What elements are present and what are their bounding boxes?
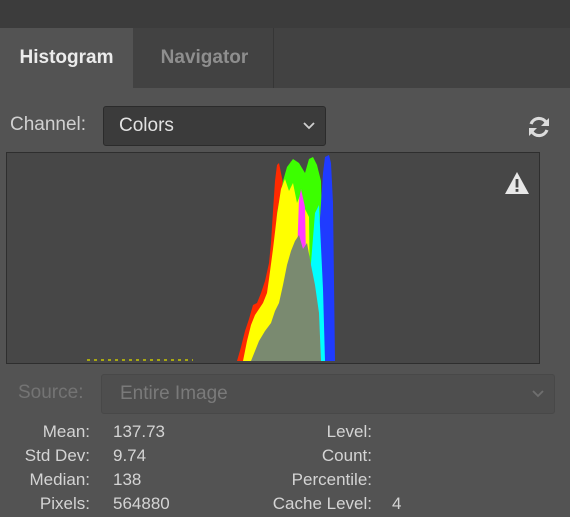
tab-navigator[interactable]: Navigator: [136, 28, 274, 88]
histogram-display: [6, 152, 540, 364]
source-label: Source:: [18, 382, 84, 403]
channel-label: Channel:: [10, 114, 87, 135]
stat-count-label: Count:: [321, 446, 372, 465]
stat-std-dev-label: Std Dev:: [24, 446, 90, 465]
stat-mean-label: Mean:: [42, 422, 90, 441]
stat-std-dev-value: 9.74: [113, 446, 147, 465]
refresh-icon[interactable]: [526, 114, 552, 140]
stat-percentile-label: Percentile:: [291, 470, 372, 489]
tab-histogram[interactable]: Histogram: [0, 28, 133, 88]
stat-median-label: Median:: [29, 470, 90, 489]
chevron-down-icon: [303, 122, 315, 130]
panel-tab-strip: Histogram Navigator: [0, 28, 570, 88]
stat-level-label: Level:: [326, 422, 372, 441]
source-dropdown-value: Entire Image: [120, 383, 228, 404]
source-dropdown: Entire Image: [101, 374, 555, 414]
stat-pixels-label: Pixels:: [39, 494, 90, 513]
warning-icon[interactable]: [504, 171, 530, 195]
chevron-down-icon: [532, 390, 544, 398]
stat-cache-level-label: Cache Level:: [272, 494, 372, 513]
stat-cache-level-value: 4: [392, 494, 402, 513]
stat-median-value: 138: [113, 470, 142, 489]
channel-dropdown-value: Colors: [119, 115, 174, 136]
panel-title-bar: [0, 0, 570, 28]
histogram-graph: [87, 155, 335, 361]
stat-pixels-value: 564880: [113, 494, 170, 513]
stat-mean-value: 137.73: [113, 422, 165, 441]
channel-dropdown[interactable]: Colors: [103, 106, 326, 146]
